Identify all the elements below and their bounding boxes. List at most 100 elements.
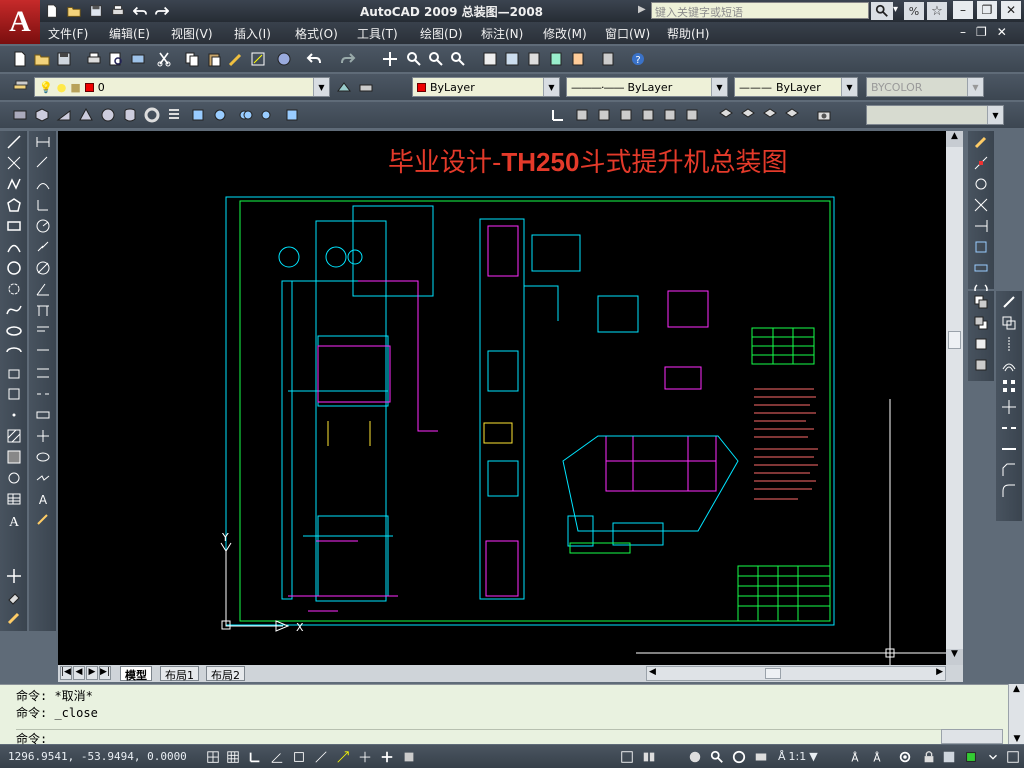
dim-edit-icon[interactable]: A xyxy=(33,489,53,509)
publish-icon[interactable] xyxy=(128,49,148,69)
tool-palettes-icon[interactable] xyxy=(524,49,544,69)
construction-line-icon[interactable] xyxy=(4,153,24,173)
subtract-icon[interactable] xyxy=(258,105,278,125)
menu-modify[interactable]: 修改(M) xyxy=(543,25,587,42)
minimize-icon[interactable]: – xyxy=(953,1,973,19)
circle-icon[interactable] xyxy=(4,258,24,278)
quick-dim-icon[interactable] xyxy=(33,300,53,320)
wedge-icon[interactable] xyxy=(54,105,74,125)
dynamic-input-icon[interactable] xyxy=(356,748,374,765)
linear-dim-icon[interactable] xyxy=(33,132,53,152)
favorites-star-icon[interactable]: ☆ xyxy=(927,2,947,20)
application-menu-button[interactable]: A xyxy=(0,0,40,44)
command-hscroll[interactable] xyxy=(941,729,1003,744)
annotation-scale[interactable]: Å 1:1 ▼ xyxy=(778,750,818,763)
send-under-icon[interactable] xyxy=(971,355,991,375)
pan-realtime-icon[interactable] xyxy=(380,49,400,69)
make-current-layer-icon[interactable] xyxy=(334,77,354,97)
vertical-scroll-thumb[interactable] xyxy=(948,331,961,349)
cone-icon[interactable] xyxy=(76,105,96,125)
doc-restore-icon[interactable]: ❐ xyxy=(976,25,987,39)
command-vscroll[interactable]: ▲ ▼ xyxy=(1008,684,1024,744)
sheetset-icon[interactable] xyxy=(546,49,566,69)
gradient-icon[interactable] xyxy=(4,447,24,467)
menu-window[interactable]: 窗口(W) xyxy=(605,25,650,42)
tab-model[interactable]: 模型 xyxy=(120,666,152,682)
mirror-icon[interactable] xyxy=(999,334,1019,354)
send-back-icon[interactable] xyxy=(971,313,991,333)
toolbar-lock-icon[interactable] xyxy=(920,748,938,765)
revcloud-icon[interactable] xyxy=(4,279,24,299)
status-tray-icon[interactable] xyxy=(962,748,980,765)
helix-icon[interactable] xyxy=(164,105,184,125)
otrack-icon[interactable] xyxy=(312,748,330,765)
save-toolbar-icon[interactable] xyxy=(54,49,74,69)
redo-toolbar-icon[interactable] xyxy=(338,49,358,69)
menu-edit[interactable]: 编辑(E) xyxy=(109,25,150,42)
horizontal-scroll-thumb[interactable] xyxy=(765,668,781,679)
jogged-dim-icon[interactable] xyxy=(33,237,53,257)
dim-break-icon[interactable] xyxy=(33,384,53,404)
menu-help[interactable]: 帮助(H) xyxy=(667,25,709,42)
diameter-dim-icon[interactable] xyxy=(33,258,53,278)
linetype-dropdown[interactable]: ———·—— ByLayer ▼ xyxy=(566,77,728,97)
pencil-icon[interactable] xyxy=(4,608,24,628)
aligned-dim-icon[interactable] xyxy=(33,153,53,173)
polar-tracking-icon[interactable] xyxy=(268,748,286,765)
command-input[interactable]: 命令: xyxy=(16,729,946,746)
matchprop-icon[interactable] xyxy=(226,49,246,69)
doc-close-icon[interactable]: ✕ xyxy=(997,25,1007,39)
cleanscreen-icon[interactable] xyxy=(940,748,958,765)
trim-icon[interactable] xyxy=(971,195,991,215)
menu-tools[interactable]: 工具(T) xyxy=(357,25,398,42)
region-icon[interactable] xyxy=(4,468,24,488)
intersect-icon[interactable] xyxy=(282,105,302,125)
move-object-icon[interactable] xyxy=(999,397,1019,417)
break-icon[interactable] xyxy=(999,418,1019,438)
baseline-dim-icon[interactable] xyxy=(33,321,53,341)
cut-icon[interactable] xyxy=(154,49,174,69)
model-space-icon[interactable] xyxy=(618,748,636,765)
search-input[interactable]: 键入关键字或短语 xyxy=(651,2,869,19)
restore-icon[interactable]: ❐ xyxy=(977,1,997,19)
array-icon[interactable] xyxy=(999,376,1019,396)
mtext-icon[interactable]: A xyxy=(4,510,24,530)
plot-icon[interactable] xyxy=(84,49,104,69)
ortho-mode-icon[interactable] xyxy=(246,748,264,765)
scroll-left-arrow[interactable]: ◀ xyxy=(649,667,656,677)
eraser-icon[interactable] xyxy=(4,587,24,607)
union-icon[interactable] xyxy=(236,105,256,125)
next-tab-arrow[interactable]: ▶ xyxy=(86,666,98,680)
open-folder-icon[interactable] xyxy=(64,2,84,20)
expand-arrow-icon[interactable]: ▶ xyxy=(638,4,646,15)
lineweight-toggle-icon[interactable] xyxy=(378,748,396,765)
qnew-icon[interactable] xyxy=(10,49,30,69)
table-icon[interactable] xyxy=(4,489,24,509)
view-left-icon[interactable] xyxy=(616,105,636,125)
snap-mode-icon[interactable] xyxy=(204,748,222,765)
menu-dimension[interactable]: 标注(N) xyxy=(481,25,523,42)
move-icon[interactable] xyxy=(4,566,24,586)
jogged-linear-icon[interactable] xyxy=(33,468,53,488)
dynamic-ucs-icon[interactable] xyxy=(334,748,352,765)
undo-toolbar-icon[interactable] xyxy=(304,49,324,69)
workspace-switch-icon[interactable] xyxy=(896,748,914,765)
line-icon[interactable] xyxy=(4,132,24,152)
zoom-icon[interactable] xyxy=(708,748,726,765)
close-icon[interactable]: ✕ xyxy=(1001,1,1021,19)
menu-insert[interactable]: 插入(I) xyxy=(234,25,271,42)
help-icon[interactable]: ? xyxy=(628,49,648,69)
bring-above-icon[interactable] xyxy=(971,334,991,354)
polyline-icon[interactable] xyxy=(4,174,24,194)
box-icon[interactable] xyxy=(32,105,52,125)
center-mark-icon[interactable] xyxy=(33,426,53,446)
menu-file[interactable]: 文件(F) xyxy=(48,25,88,42)
scroll-right-arrow[interactable]: ▶ xyxy=(936,667,943,677)
layer-dropdown[interactable]: 💡 ● ■ 0 ▼ xyxy=(34,77,330,97)
spline-icon[interactable] xyxy=(4,300,24,320)
save-icon[interactable] xyxy=(86,2,106,20)
iso-sw-icon[interactable] xyxy=(716,105,736,125)
arc-length-icon[interactable] xyxy=(33,174,53,194)
prev-tab-arrow[interactable]: ◀ xyxy=(73,666,85,680)
auto-scale-icon[interactable]: Å xyxy=(868,748,886,765)
